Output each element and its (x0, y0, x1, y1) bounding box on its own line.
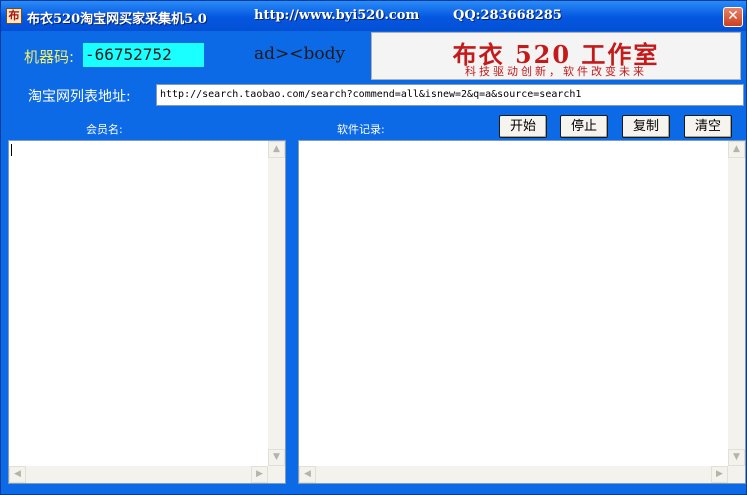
chevron-right-icon: ▶ (716, 469, 723, 479)
scroll-corner (728, 466, 745, 483)
scroll-left-button[interactable]: ◀ (299, 466, 316, 483)
chevron-right-icon: ▶ (256, 469, 263, 479)
chevron-left-icon: ◀ (304, 469, 311, 479)
scroll-down-button[interactable]: ▼ (268, 449, 285, 466)
chevron-up-icon: ▲ (273, 144, 280, 154)
window-title: 布衣520淘宝网买家采集机5.0 (27, 12, 207, 27)
machine-code-field[interactable]: -66752752 (83, 43, 204, 67)
chevron-left-icon: ◀ (14, 469, 21, 479)
chevron-down-icon: ▼ (273, 452, 280, 462)
scroll-up-button[interactable]: ▲ (728, 141, 745, 158)
clear-button[interactable]: 清空 (684, 115, 732, 138)
chevron-down-icon: ▼ (733, 452, 740, 462)
url-label: 淘宝网列表地址: (28, 89, 131, 105)
log-vscroll[interactable]: ▲ ▼ (728, 141, 745, 466)
scroll-up-button[interactable]: ▲ (268, 141, 285, 158)
start-button[interactable]: 开始 (499, 115, 547, 138)
members-textarea[interactable]: ▲ ▼ ◀ ▶ (8, 140, 286, 484)
title-url: http://www.byi520.com (254, 8, 420, 23)
ad-text: ad><body (254, 44, 346, 64)
scroll-down-button[interactable]: ▼ (728, 449, 745, 466)
machine-code-label: 机器码: (24, 48, 75, 66)
main-window: 布 布衣520淘宝网买家采集机5.0 http://www.byi520.com… (0, 0, 747, 495)
log-hscroll[interactable]: ◀ ▶ (299, 466, 728, 483)
scroll-right-button[interactable]: ▶ (711, 466, 728, 483)
log-textarea[interactable]: ▲ ▼ ◀ ▶ (298, 140, 746, 484)
scroll-right-button[interactable]: ▶ (251, 466, 268, 483)
scroll-left-button[interactable]: ◀ (9, 466, 26, 483)
members-label: 会员名: (86, 123, 123, 136)
copy-button[interactable]: 复制 (622, 115, 670, 138)
banner-slogan: 科技驱动创新，软件改变未来 (465, 65, 647, 78)
text-caret (11, 144, 12, 156)
stop-button[interactable]: 停止 (560, 115, 608, 138)
chevron-up-icon: ▲ (733, 144, 740, 154)
members-hscroll[interactable]: ◀ ▶ (9, 466, 268, 483)
members-vscroll[interactable]: ▲ ▼ (268, 141, 285, 466)
title-bar[interactable]: 布 布衣520淘宝网买家采集机5.0 http://www.byi520.com… (1, 1, 746, 31)
close-icon: ✕ (727, 8, 739, 24)
studio-banner[interactable]: 布衣 520 工作室 科技驱动创新，软件改变未来 (371, 32, 741, 80)
url-input[interactable]: http://search.taobao.com/search?commend=… (156, 84, 744, 106)
close-button[interactable]: ✕ (723, 7, 743, 27)
app-icon: 布 (6, 8, 22, 24)
scroll-corner (268, 466, 285, 483)
log-label: 软件记录: (337, 123, 385, 136)
title-qq: QQ:283668285 (453, 8, 562, 23)
